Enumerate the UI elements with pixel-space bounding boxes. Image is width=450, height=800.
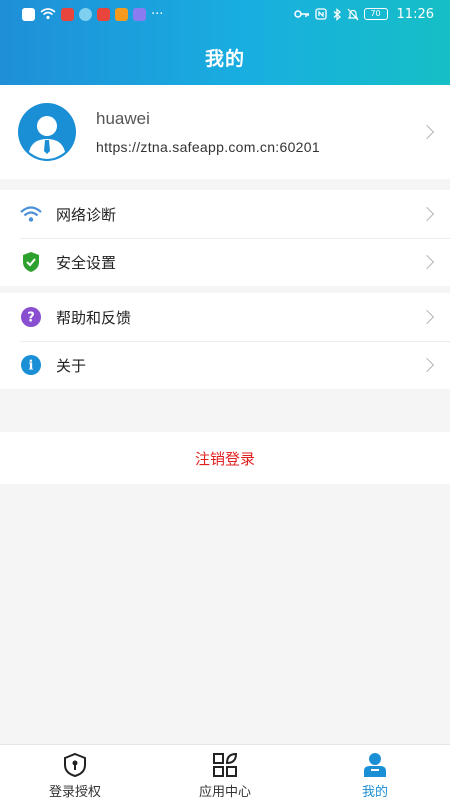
chevron-right-icon <box>419 124 435 140</box>
nfc-icon <box>314 8 327 20</box>
chevron-right-icon <box>419 357 435 373</box>
wifi-status-icon <box>40 8 56 20</box>
chevron-right-icon <box>419 206 435 222</box>
bottom-tab-bar: 登录授权 应用中心 我的 <box>0 744 450 800</box>
help-icon: ? <box>20 306 42 328</box>
menu-item-about[interactable]: i 关于 <box>0 341 450 389</box>
shield-key-icon <box>64 752 86 778</box>
app-notification-icon <box>97 7 110 21</box>
menu-item-security-settings[interactable]: 安全设置 <box>0 238 450 286</box>
user-icon <box>364 753 386 777</box>
menu-item-label: 安全设置 <box>56 253 117 272</box>
wifi-icon <box>20 203 42 225</box>
app-notification-icon <box>79 7 92 21</box>
chevron-right-icon <box>419 309 435 325</box>
logout-button[interactable]: 注销登录 <box>0 432 450 484</box>
menu-item-help-feedback[interactable]: ? 帮助和反馈 <box>0 293 450 341</box>
shield-check-icon <box>20 251 42 273</box>
tab-label: 应用中心 <box>198 785 251 800</box>
info-icon: i <box>20 354 42 376</box>
menu-item-label: 帮助和反馈 <box>56 308 132 327</box>
battery-indicator: 70 <box>363 8 388 20</box>
avatar <box>18 103 76 161</box>
chevron-right-icon <box>419 254 435 270</box>
menu-group-help: ? 帮助和反馈 i 关于 <box>0 293 450 389</box>
clock: 11:26 <box>396 6 434 22</box>
more-notifications-icon: ··· <box>151 6 164 22</box>
profile-card[interactable]: huawei https://ztna.safeapp.com.cn:60201 <box>0 85 450 179</box>
app-notification-icon <box>115 7 128 21</box>
tab-label: 我的 <box>361 785 388 800</box>
menu-item-network-diagnosis[interactable]: 网络诊断 <box>0 190 450 238</box>
tab-label: 登录授权 <box>48 785 101 800</box>
header: ··· 70 11:26 我的 <box>0 0 450 85</box>
apps-grid-icon <box>213 752 238 777</box>
app-notification-icon <box>133 7 146 21</box>
status-bar: ··· 70 11:26 <box>0 0 450 28</box>
key-icon <box>293 10 309 18</box>
menu-item-label: 网络诊断 <box>56 205 117 224</box>
page-title: 我的 <box>204 48 245 70</box>
bluetooth-icon <box>333 7 341 21</box>
tab-app-center[interactable]: 应用中心 <box>150 745 300 800</box>
svg-text:?: ? <box>27 311 35 326</box>
menu-group-network: 网络诊断 安全设置 <box>0 190 450 286</box>
svg-text:i: i <box>29 359 34 374</box>
menu-item-label: 关于 <box>56 356 87 375</box>
username: huawei <box>96 109 150 128</box>
tab-login-auth[interactable]: 登录授权 <box>0 745 150 800</box>
alert-notification-icon <box>22 7 35 21</box>
tab-mine[interactable]: 我的 <box>300 745 450 800</box>
app-notification-icon <box>61 7 74 21</box>
mute-bell-icon <box>347 8 358 20</box>
server-address: https://ztna.safeapp.com.cn:60201 <box>96 139 320 155</box>
